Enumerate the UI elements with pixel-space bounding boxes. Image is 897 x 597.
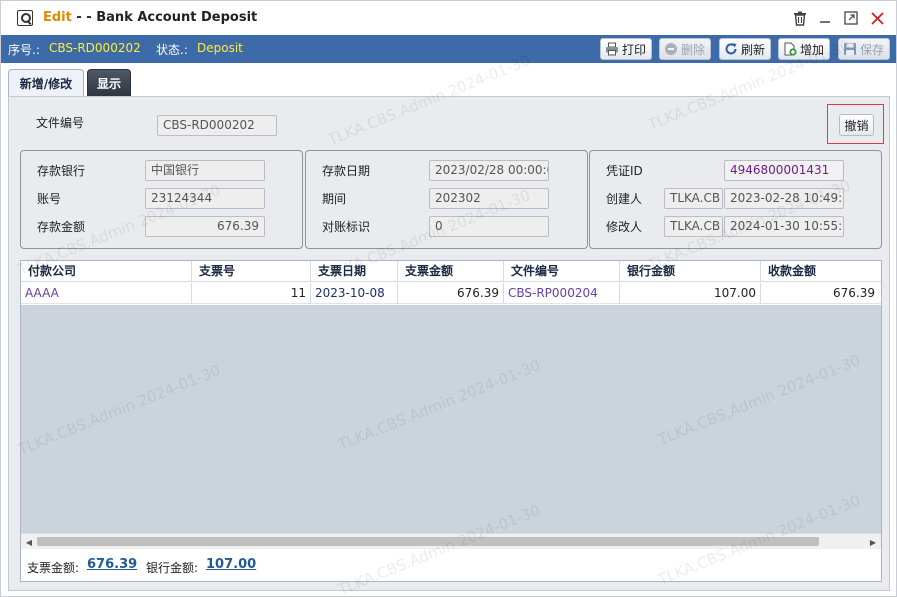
refresh-button[interactable]: 刷新 <box>719 38 771 60</box>
creator-field[interactable]: TLKA.CB <box>664 188 723 209</box>
col-header-cheque-date[interactable]: 支票日期 <box>311 261 398 282</box>
cell-received-amount[interactable]: 676.39 <box>761 283 879 304</box>
recon-field[interactable]: 0 <box>429 216 549 237</box>
grid-empty-area <box>21 305 881 533</box>
cell-cheque-no[interactable]: 11 <box>192 283 311 304</box>
col-header-cheque-amount[interactable]: 支票金额 <box>398 261 504 282</box>
col-header-bank-amount[interactable]: 银行金额 <box>620 261 761 282</box>
date-info-group: 存款日期 2023/02/28 00:00:00 期间 202302 对账标识 … <box>305 150 588 249</box>
date-field[interactable]: 2023/02/28 00:00:00 <box>429 160 549 181</box>
floppy-disk-icon <box>843 42 857 56</box>
delete-circle-icon <box>664 42 678 56</box>
printer-icon <box>605 42 619 56</box>
delete-button[interactable]: 删除 <box>659 38 711 60</box>
title-name: - - Bank Account Deposit <box>71 10 258 25</box>
status-label: 状态.: <box>156 43 188 57</box>
doc-no-label: 文件编号 <box>36 116 85 130</box>
amount-label: 存款金额 <box>37 220 86 234</box>
modifier-field[interactable]: TLKA.CB <box>664 216 723 237</box>
refresh-label: 刷新 <box>741 42 766 57</box>
creator-label: 创建人 <box>606 192 643 206</box>
scroll-left-icon[interactable]: ◀ <box>21 534 37 550</box>
add-document-icon <box>783 42 797 56</box>
search-window-icon <box>17 10 33 26</box>
cancel-button[interactable]: 撤销 <box>839 114 874 136</box>
tab-content-panel: 文件编号 CBS-RD000202 撤销 存款银行 中国银行 账号 231243… <box>8 96 890 591</box>
col-header-doc-no[interactable]: 文件编号 <box>504 261 620 282</box>
scroll-right-icon[interactable]: ▶ <box>865 534 881 550</box>
bank-info-group: 存款银行 中国银行 账号 23124344 存款金额 676.39 <box>20 150 303 249</box>
table-row[interactable]: AAAA 11 2023-10-08 676.39 CBS-RP000204 1… <box>21 283 881 304</box>
account-label: 账号 <box>37 192 62 206</box>
trash-icon[interactable] <box>791 9 809 27</box>
record-info-bar: 序号.: CBS-RD000202 状态.: Deposit 打印 删除 刷新 <box>1 35 896 63</box>
status-value: Deposit <box>197 41 243 55</box>
col-header-payer[interactable]: 付款公司 <box>21 261 192 282</box>
tab-edit[interactable]: 新增/修改 <box>8 69 84 97</box>
bank-deposit-window: Edit - - Bank Account Deposit 序号.: CBS-R… <box>0 0 897 597</box>
refresh-icon <box>724 42 738 56</box>
bank-field[interactable]: 中国银行 <box>145 160 265 181</box>
account-field[interactable]: 23124344 <box>145 188 265 209</box>
title-mode: Edit <box>43 10 72 25</box>
bank-total-label: 银行金额: <box>146 561 199 575</box>
cancel-highlight: 撤销 <box>827 104 884 144</box>
window-title: Edit - - Bank Account Deposit <box>43 10 257 25</box>
date-label: 存款日期 <box>322 164 371 178</box>
recon-label: 对账标识 <box>322 220 371 234</box>
grid-summary: 支票金额: 676.39 银行金额: 107.00 <box>21 550 881 581</box>
close-icon[interactable] <box>868 9 886 27</box>
tab-strip: 新增/修改 显示 <box>1 63 896 97</box>
sequence-value: CBS-RD000202 <box>49 41 141 55</box>
period-field[interactable]: 202302 <box>429 188 549 209</box>
modifier-label: 修改人 <box>606 220 643 234</box>
bank-total-link[interactable]: 107.00 <box>206 557 256 572</box>
minimize-icon[interactable] <box>816 9 834 27</box>
cheque-total-label: 支票金额: <box>27 561 80 575</box>
sequence-label: 序号.: <box>8 43 40 57</box>
col-header-received-amount[interactable]: 收款金额 <box>761 261 879 282</box>
print-button[interactable]: 打印 <box>600 38 652 60</box>
delete-label: 删除 <box>681 42 706 57</box>
add-label: 增加 <box>800 42 825 57</box>
maximize-icon[interactable] <box>842 9 860 27</box>
col-header-cheque-no[interactable]: 支票号 <box>192 261 311 282</box>
tab-display[interactable]: 显示 <box>87 69 131 97</box>
voucher-field[interactable]: 4946800001431 <box>724 160 844 181</box>
cell-payer[interactable]: AAAA <box>21 283 192 304</box>
doc-no-field[interactable]: CBS-RD000202 <box>157 115 277 136</box>
scrollbar-thumb[interactable] <box>37 537 819 546</box>
title-bar: Edit - - Bank Account Deposit <box>1 1 896 35</box>
cell-cheque-amount[interactable]: 676.39 <box>398 283 504 304</box>
cheque-grid: 付款公司 支票号 支票日期 支票金额 文件编号 银行金额 收款金额 AAAA 1… <box>20 260 882 582</box>
horizontal-scrollbar[interactable]: ◀ ▶ <box>21 533 881 549</box>
created-time-field[interactable]: 2023-02-28 10:49:58 <box>724 188 844 209</box>
modified-time-field[interactable]: 2024-01-30 10:55:29 <box>724 216 844 237</box>
save-label: 保存 <box>860 42 885 57</box>
save-button[interactable]: 保存 <box>838 38 890 60</box>
period-label: 期间 <box>322 192 347 206</box>
audit-info-group: 凭证ID 4946800001431 创建人 TLKA.CB 2023-02-2… <box>589 150 882 249</box>
voucher-label: 凭证ID <box>606 164 643 178</box>
cell-doc-no[interactable]: CBS-RP000204 <box>504 283 620 304</box>
print-label: 打印 <box>622 42 647 57</box>
cheque-total-link[interactable]: 676.39 <box>87 557 137 572</box>
cell-cheque-date[interactable]: 2023-10-08 <box>311 283 398 304</box>
grid-header: 付款公司 支票号 支票日期 支票金额 文件编号 银行金额 收款金额 <box>21 261 881 282</box>
cell-bank-amount[interactable]: 107.00 <box>620 283 761 304</box>
add-button[interactable]: 增加 <box>778 38 830 60</box>
amount-field[interactable]: 676.39 <box>145 216 265 237</box>
bank-label: 存款银行 <box>37 164 86 178</box>
